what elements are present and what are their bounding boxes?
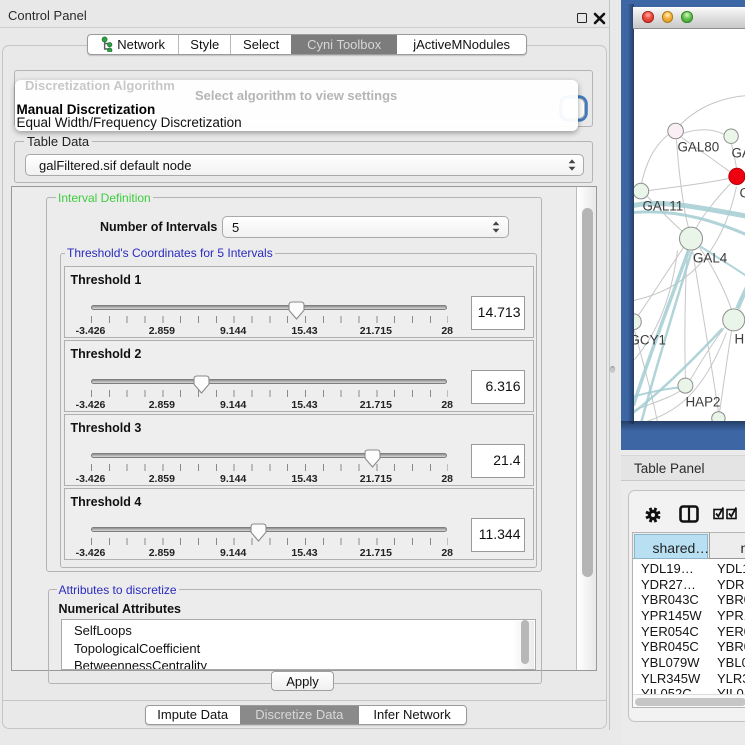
- svg-text:H: H: [734, 331, 744, 346]
- svg-text:GAL11: GAL11: [642, 198, 683, 213]
- svg-text:GCY1: GCY1: [634, 332, 666, 347]
- svg-text:GAL4: GAL4: [693, 250, 728, 265]
- svg-text:GAL80: GAL80: [677, 139, 719, 154]
- svg-text:GA: GA: [731, 145, 745, 160]
- svg-text:HAP2: HAP2: [685, 394, 720, 409]
- svg-text:C: C: [739, 185, 745, 200]
